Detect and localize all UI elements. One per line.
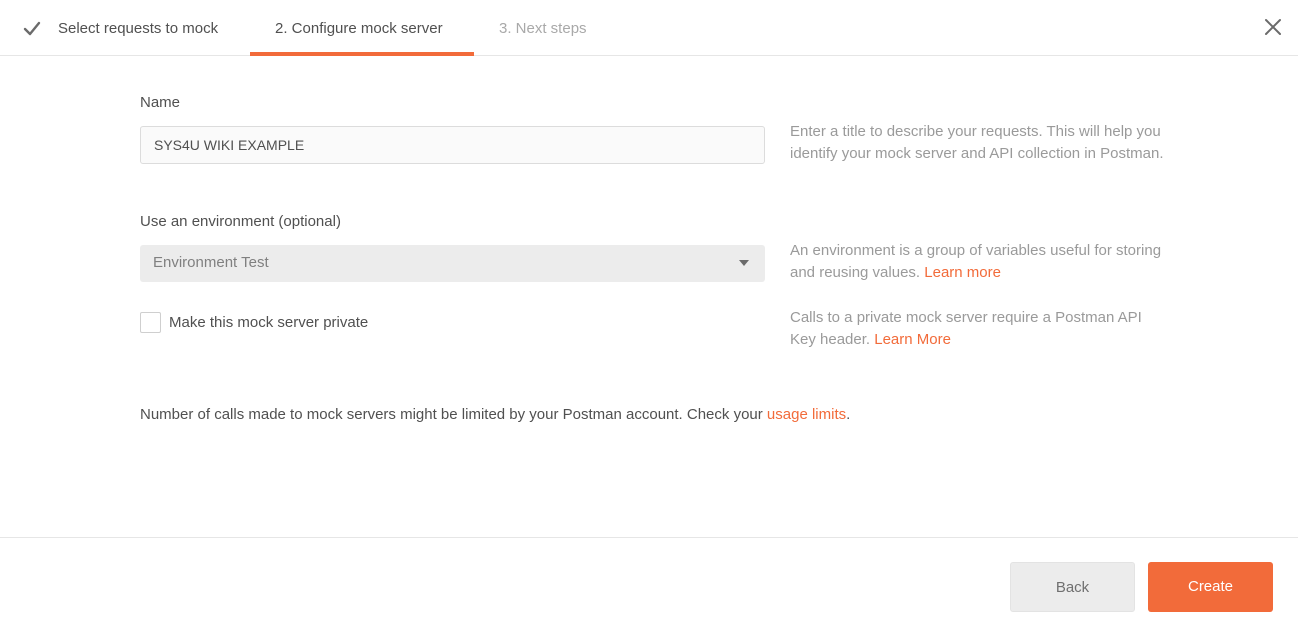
private-help-body: Calls to a private mock server require a… [790, 309, 1142, 348]
private-help-text: Calls to a private mock server require a… [790, 307, 1170, 351]
private-mock-checkbox[interactable] [140, 312, 161, 333]
close-icon[interactable] [1262, 16, 1284, 38]
footer-divider [0, 537, 1298, 538]
wizard-steps: Select requests to mock 2. Configure moc… [0, 0, 1298, 56]
environment-select[interactable]: Environment Test [140, 245, 765, 282]
name-label: Name [140, 94, 181, 111]
step-label: 3. Next steps [499, 20, 587, 37]
private-learn-more-link[interactable]: Learn More [874, 331, 951, 348]
step-select-requests[interactable]: Select requests to mock [22, 0, 242, 55]
checkmark-icon [22, 0, 42, 55]
notice-suffix: . [846, 406, 851, 423]
create-mock-server-dialog: Select requests to mock 2. Configure moc… [0, 0, 1298, 636]
step-configure-mock-server[interactable]: 2. Configure mock server [250, 0, 474, 56]
usage-limits-link[interactable]: usage limits [767, 406, 846, 423]
name-input[interactable]: SYS4U WIKI EXAMPLE [140, 126, 765, 164]
environment-label: Use an environment (optional) [140, 213, 341, 230]
notice-text: Number of calls made to mock servers mig… [140, 406, 763, 423]
usage-limits-notice: Number of calls made to mock servers mig… [140, 406, 850, 423]
environment-learn-more-link[interactable]: Learn more [924, 264, 1001, 281]
create-button[interactable]: Create [1148, 562, 1273, 612]
step-label: Select requests to mock [58, 20, 219, 37]
name-help-text: Enter a title to describe your requests.… [790, 123, 1164, 162]
private-mock-label: Make this mock server private [169, 314, 369, 331]
step-next-steps[interactable]: 3. Next steps [498, 0, 618, 55]
environment-help-text: An environment is a group of variables u… [790, 240, 1170, 284]
back-button[interactable]: Back [1010, 562, 1135, 612]
step-label: 2. Configure mock server [275, 20, 443, 37]
active-step-indicator [250, 52, 474, 56]
environment-selected-value: Environment Test [153, 254, 269, 271]
caret-down-icon [739, 260, 749, 266]
